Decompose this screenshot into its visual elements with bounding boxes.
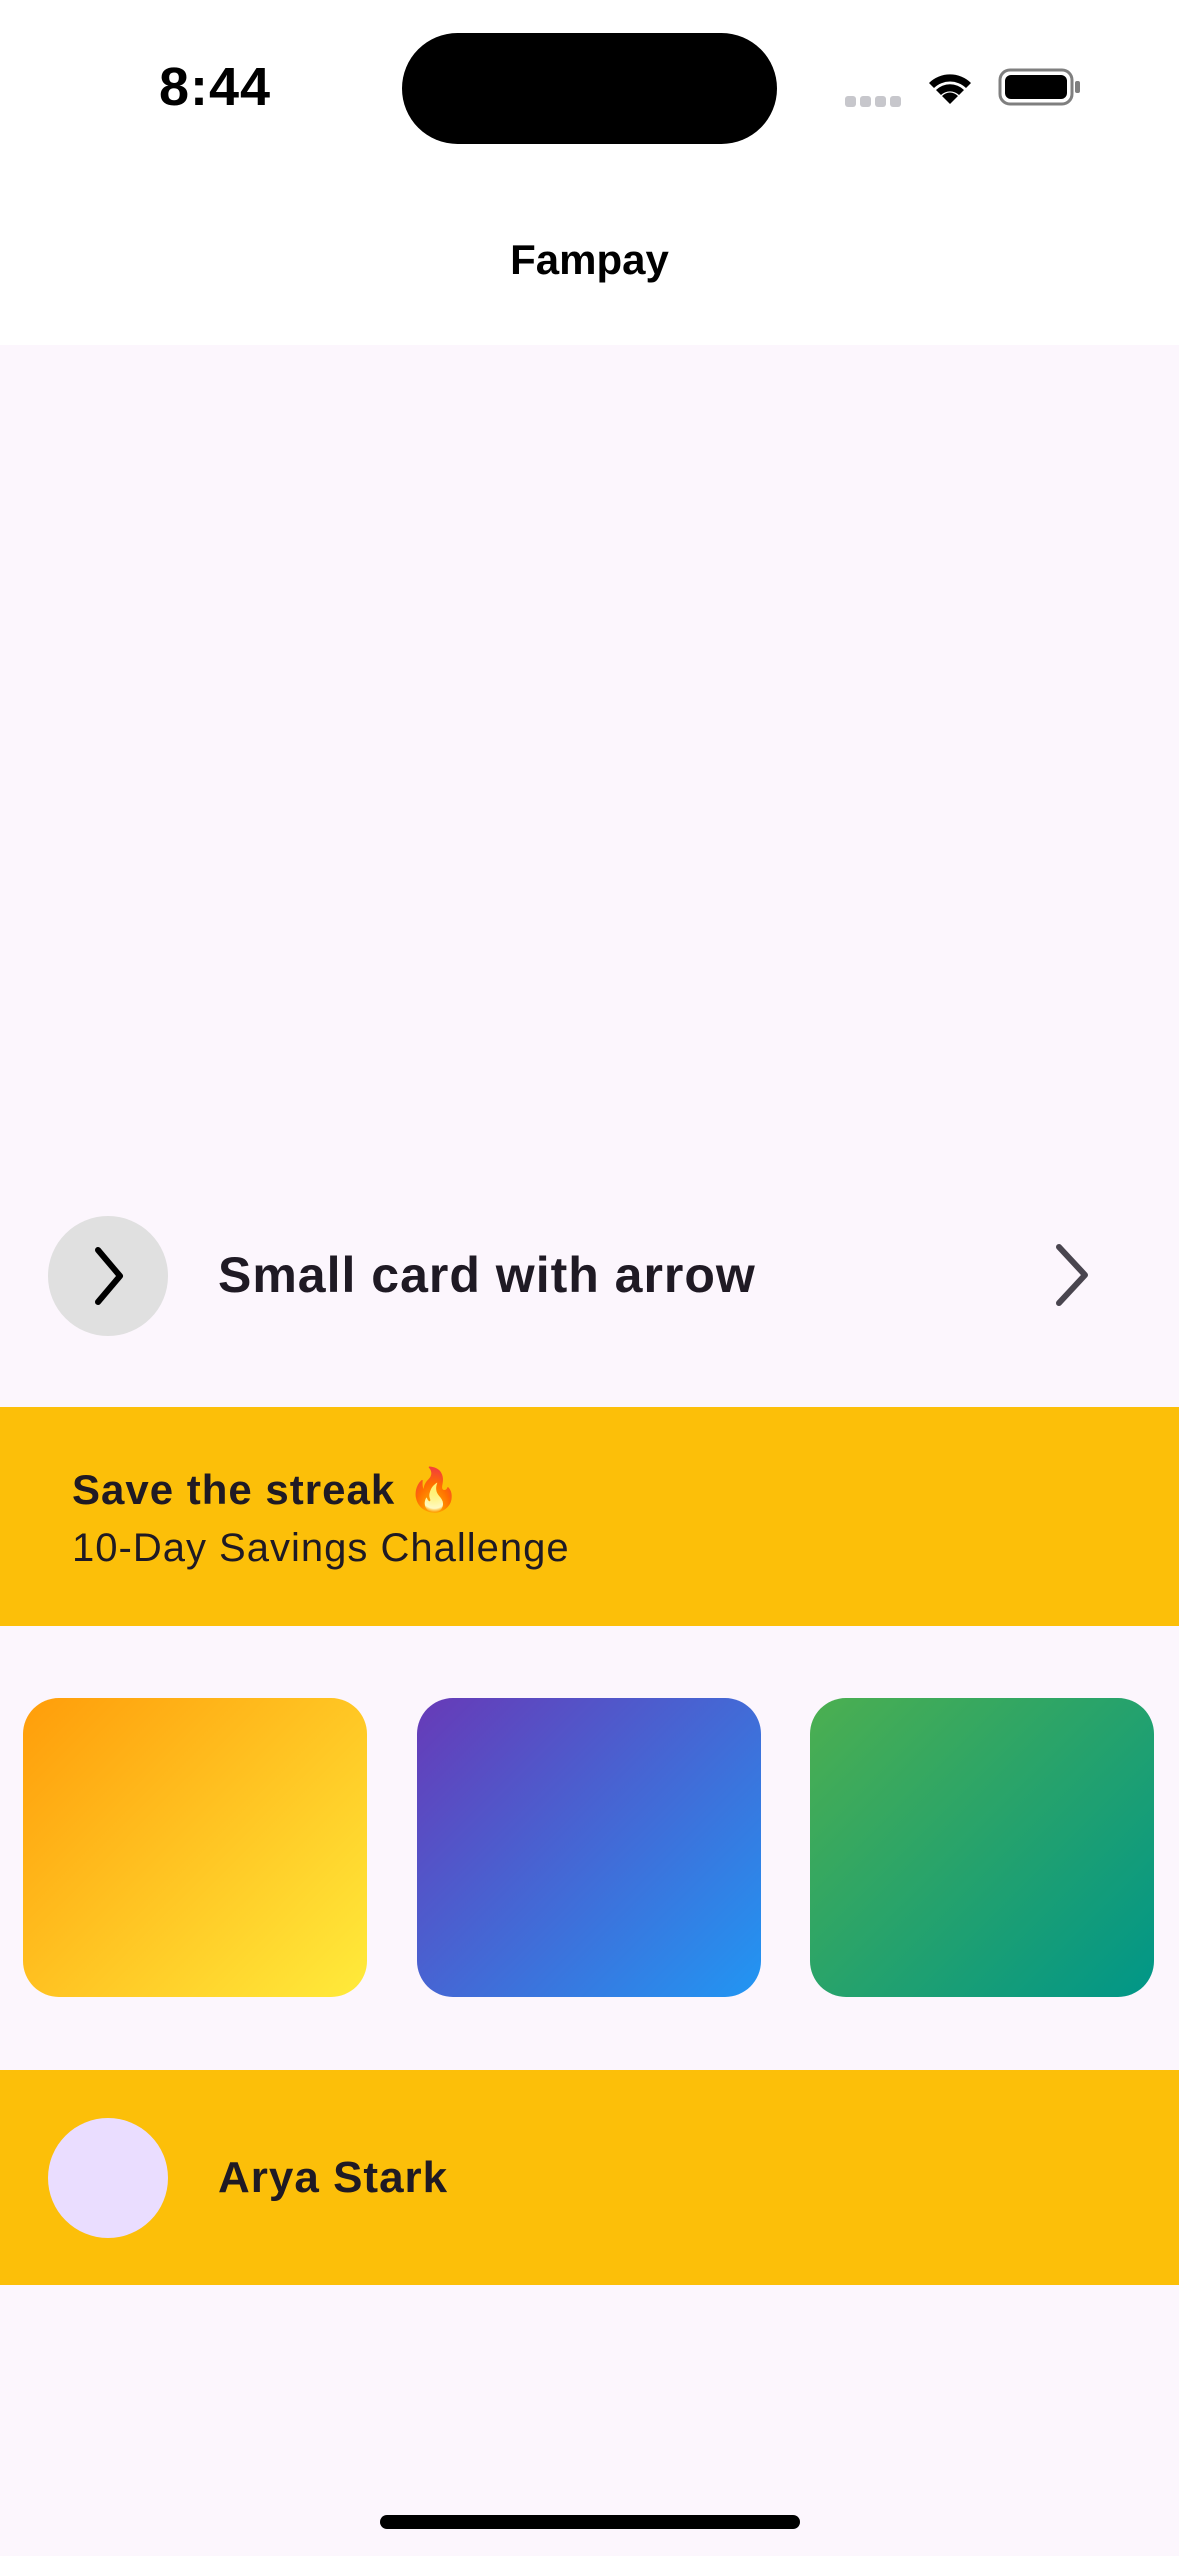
avatar [48, 2118, 168, 2238]
streak-title: Save the streak 🔥 [72, 1466, 462, 1513]
status-time: 8:44 [158, 57, 272, 117]
profile-name: Arya Stark [218, 2153, 449, 2202]
arrow-card-title: Small card with arrow [218, 1247, 756, 1303]
cellular-signal-icon [845, 95, 905, 107]
gradient-card-orange[interactable] [23, 1698, 367, 1997]
page-title: Fampay [510, 236, 669, 283]
home-indicator[interactable] [380, 2515, 800, 2529]
chevron-right-icon [95, 1247, 123, 1305]
battery-icon [998, 66, 1082, 108]
wifi-icon [923, 66, 977, 108]
arrow-card-icon-container [48, 1216, 168, 1336]
gradient-card-purple-blue[interactable] [417, 1698, 761, 1997]
gradient-card-green[interactable] [810, 1698, 1154, 1997]
dynamic-island [402, 33, 777, 144]
streak-subtitle: 10-Day Savings Challenge [72, 1526, 570, 1570]
chevron-right-icon[interactable] [1040, 1240, 1102, 1310]
